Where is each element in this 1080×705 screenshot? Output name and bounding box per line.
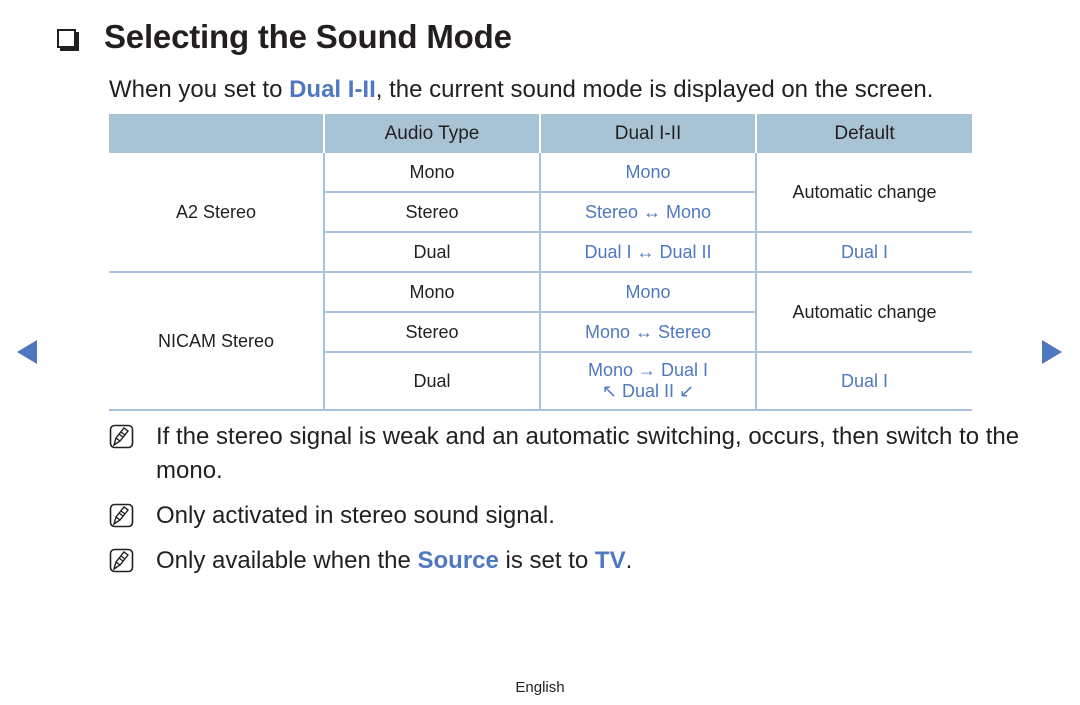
source-link[interactable]: Source xyxy=(418,547,499,574)
dual-cell: Dual I ↔ Dual II xyxy=(539,231,756,272)
group-name: A2 Stereo xyxy=(175,201,257,222)
checkbox-bullet-icon xyxy=(57,28,76,48)
note-item: Only activated in stereo sound signal. xyxy=(109,499,1029,533)
header-audio-type: Audio Type xyxy=(323,114,540,153)
notes-list: If the stereo signal is weak and an auto… xyxy=(109,420,1029,589)
section-heading: Selecting the Sound Mode xyxy=(57,18,512,56)
audio-type-cell: Mono xyxy=(323,271,540,312)
table-row: NICAM Stereo Mono Mono Automatic change xyxy=(109,271,972,411)
default-cell: Dual I xyxy=(755,351,972,411)
dual-cell: Mono xyxy=(539,153,756,192)
audio-type-cell: Stereo xyxy=(323,191,540,232)
dual-cell: Mono → Dual I ↖ Dual II ↙ xyxy=(539,351,756,411)
note-icon xyxy=(109,548,134,573)
dual-cell: Mono ↔ Stereo xyxy=(539,311,756,352)
dual-cell: Stereo ↔ Mono xyxy=(539,191,756,232)
audio-type-cell: Stereo xyxy=(323,311,540,352)
default-cell: Automatic change xyxy=(755,153,972,232)
note-item: Only available when the Source is set to… xyxy=(109,544,1029,578)
dual-cell-line1: Mono → Dual I xyxy=(587,360,709,381)
audio-type-cell: Mono xyxy=(323,153,540,192)
tv-link[interactable]: TV xyxy=(595,547,626,574)
dual-cell: Mono xyxy=(539,271,756,312)
default-cell: Dual I xyxy=(755,231,972,272)
footer-language: English xyxy=(515,679,565,696)
audio-type-cell: Dual xyxy=(323,231,540,272)
note-item: If the stereo signal is weak and an auto… xyxy=(109,420,1029,488)
header-dual: Dual I-II xyxy=(539,114,756,153)
group-name: NICAM Stereo xyxy=(109,271,324,411)
next-page-icon[interactable] xyxy=(1042,340,1062,364)
sound-mode-table: Audio Type Dual I-II Default A2 Stereo M… xyxy=(109,114,972,411)
note-icon xyxy=(109,424,134,449)
table-header-row: Audio Type Dual I-II Default xyxy=(109,114,972,153)
dual-mode-highlight: Dual I-II xyxy=(289,76,376,103)
prev-page-icon[interactable] xyxy=(17,340,37,364)
dual-cell-line2: ↖ Dual II ↙ xyxy=(601,381,695,401)
intro-text: When you set to Dual I-II, the current s… xyxy=(109,76,934,103)
default-cell: Automatic change xyxy=(755,271,972,352)
header-empty xyxy=(109,114,324,153)
page-title: Selecting the Sound Mode xyxy=(104,18,512,55)
note-icon xyxy=(109,503,134,528)
table-row: A2 Stereo Mono Mono Automatic change xyxy=(109,153,972,232)
header-default: Default xyxy=(755,114,972,153)
audio-type-cell: Dual xyxy=(323,351,540,411)
